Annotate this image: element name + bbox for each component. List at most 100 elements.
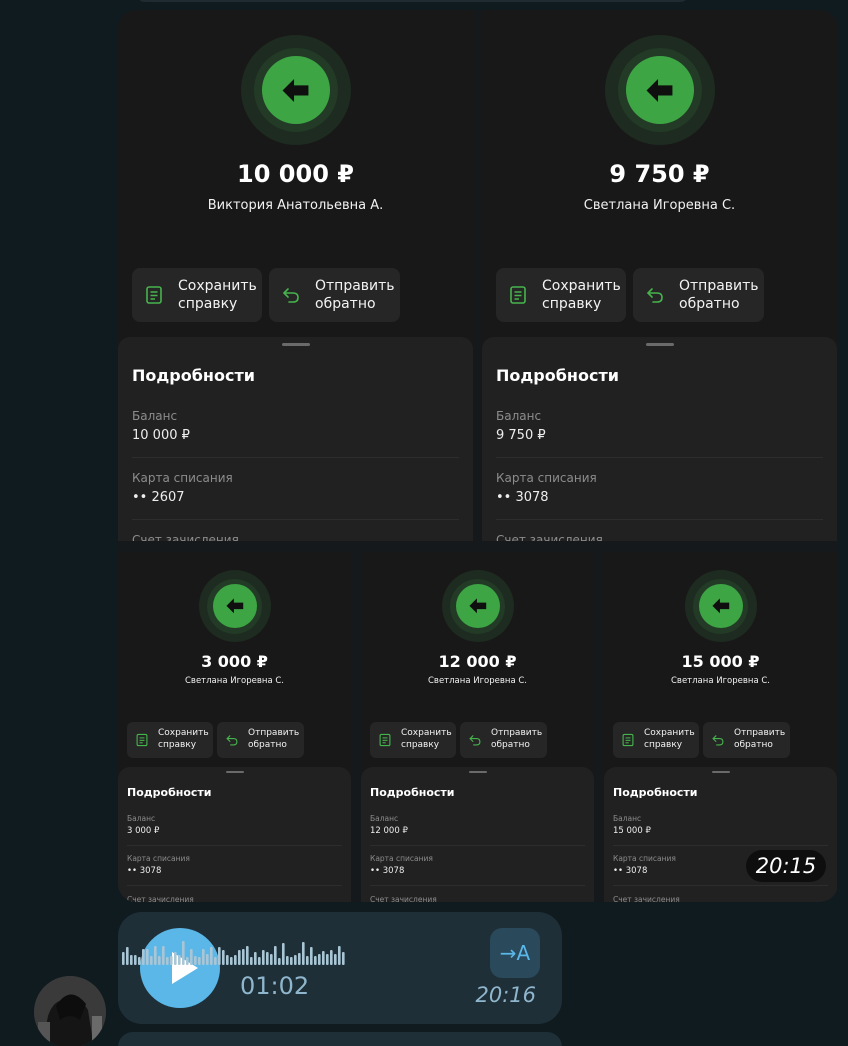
album-timestamp: 20:15: [746, 850, 826, 882]
send-back-label: Отправить обратно: [491, 728, 543, 750]
waveform-bar: [122, 952, 125, 965]
next-message-edge: [118, 1032, 562, 1046]
waveform-bar: [186, 957, 189, 965]
sheet-drag-handle[interactable]: [711, 771, 730, 773]
waveform-bar: [274, 946, 277, 965]
balance-value: 15 000 ₽: [613, 826, 651, 836]
voice-waveform[interactable]: [122, 940, 352, 966]
send-back-button[interactable]: Отправить обратно: [633, 268, 764, 322]
debit-card-label: Карта списания: [613, 854, 676, 863]
waveform-bar: [174, 952, 177, 965]
return-arrow-icon: [226, 735, 238, 746]
details-sheet[interactable]: Подробности Баланс 10 000 ₽ Карта списан…: [118, 337, 473, 541]
photo-album-message[interactable]: 10 000 ₽ Виктория Анатольевна А. Сохрани…: [118, 10, 838, 902]
sheet-drag-handle[interactable]: [645, 343, 674, 346]
sheet-drag-handle[interactable]: [468, 771, 487, 773]
waveform-bar: [194, 956, 197, 965]
payment-receipt-card[interactable]: 10 000 ₽ Виктория Анатольевна А. Сохрани…: [118, 10, 473, 541]
document-icon: [379, 733, 391, 747]
credit-account-label: Счет зачисления: [496, 533, 603, 541]
send-back-label: Отправить обратно: [679, 277, 759, 312]
details-sheet[interactable]: Подробности Баланс 9 750 ₽ Карта списани…: [482, 337, 837, 541]
waveform-bar: [254, 952, 257, 965]
waveform-bar: [322, 951, 325, 965]
credit-account-label: Счет зачисления: [613, 895, 680, 902]
save-receipt-label: Сохранить справку: [542, 277, 621, 312]
debit-card-label: Карта списания: [496, 471, 597, 485]
sender-name: Светлана Игоревна С.: [583, 198, 736, 213]
transcribe-button[interactable]: →A: [490, 928, 540, 978]
balance-value: 9 750 ₽: [496, 428, 546, 443]
voice-message-bubble[interactable]: 01:02 20:16 →A: [118, 912, 562, 1024]
waveform-bar: [302, 942, 305, 965]
send-back-button[interactable]: Отправить обратно: [217, 722, 304, 758]
waveform-bar: [314, 956, 317, 965]
previous-message-edge: [135, 0, 690, 2]
incoming-arrow-icon: [712, 598, 729, 614]
divider: [132, 457, 459, 458]
divider: [496, 457, 823, 458]
document-icon: [510, 286, 526, 304]
details-sheet[interactable]: Подробности Баланс 12 000 ₽ Карта списан…: [361, 767, 594, 902]
waveform-bar: [230, 957, 233, 965]
save-receipt-button[interactable]: Сохранить справку: [613, 722, 699, 758]
balance-value: 10 000 ₽: [132, 428, 190, 443]
status-icon-glow: [441, 570, 514, 642]
send-back-label: Отправить обратно: [248, 728, 300, 750]
waveform-bar: [198, 957, 201, 965]
waveform-bar: [206, 954, 209, 965]
waveform-bar: [190, 949, 193, 965]
payment-receipt-card[interactable]: 3 000 ₽ Светлана Игоревна С. Сохранить с…: [118, 552, 351, 902]
debit-card-value: •• 3078: [127, 866, 162, 876]
waveform-bar: [246, 946, 249, 965]
sender-name: Светлана Игоревна С.: [428, 676, 527, 686]
payment-receipt-card[interactable]: 12 000 ₽ Светлана Игоревна С. Сохранить …: [361, 552, 594, 902]
save-receipt-label: Сохранить справку: [178, 277, 257, 312]
save-receipt-button[interactable]: Сохранить справку: [496, 268, 626, 322]
waveform-bar: [150, 956, 153, 965]
waveform-bar: [142, 949, 145, 965]
send-back-button[interactable]: Отправить обратно: [269, 268, 400, 322]
waveform-bar: [222, 950, 225, 965]
waveform-bar: [178, 955, 181, 965]
divider: [370, 885, 585, 886]
sheet-drag-handle[interactable]: [281, 343, 310, 346]
debit-card-value: •• 3078: [613, 866, 648, 876]
waveform-bar: [270, 954, 273, 965]
transfer-amount: 10 000 ₽: [237, 160, 354, 188]
send-back-button[interactable]: Отправить обратно: [703, 722, 790, 758]
save-receipt-button[interactable]: Сохранить справку: [370, 722, 456, 758]
incoming-arrow-icon: [226, 598, 243, 614]
avatar-photo: [34, 976, 106, 1046]
debit-card-value: •• 3078: [370, 866, 405, 876]
save-receipt-button[interactable]: Сохранить справку: [127, 722, 213, 758]
waveform-bar: [338, 946, 341, 965]
details-title: Подробности: [496, 366, 619, 385]
status-icon-glow: [684, 570, 757, 642]
divider: [613, 845, 828, 846]
waveform-bar: [202, 949, 205, 965]
waveform-bar: [238, 950, 241, 965]
balance-value: 12 000 ₽: [370, 826, 408, 836]
incoming-arrow-icon: [282, 78, 309, 102]
waveform-bar: [318, 954, 321, 965]
credit-account-label: Счет зачисления: [132, 533, 239, 541]
balance-label: Баланс: [132, 409, 178, 423]
save-receipt-button[interactable]: Сохранить справку: [132, 268, 262, 322]
waveform-bar: [266, 952, 269, 965]
waveform-bar: [158, 956, 161, 965]
details-title: Подробности: [132, 366, 255, 385]
avatar[interactable]: [34, 976, 106, 1046]
divider: [127, 845, 342, 846]
sheet-drag-handle[interactable]: [225, 771, 244, 773]
payment-receipt-card[interactable]: 9 750 ₽ Светлана Игоревна С. Сохранить с…: [482, 10, 837, 541]
details-title: Подробности: [370, 786, 455, 799]
send-back-button[interactable]: Отправить обратно: [460, 722, 547, 758]
waveform-bar: [310, 947, 313, 965]
waveform-bar: [170, 956, 173, 965]
details-sheet[interactable]: Подробности Баланс 3 000 ₽ Карта списани…: [118, 767, 351, 902]
waveform-bar: [226, 955, 229, 965]
waveform-bar: [342, 952, 345, 965]
send-back-label: Отправить обратно: [734, 728, 786, 750]
waveform-bar: [278, 958, 281, 965]
